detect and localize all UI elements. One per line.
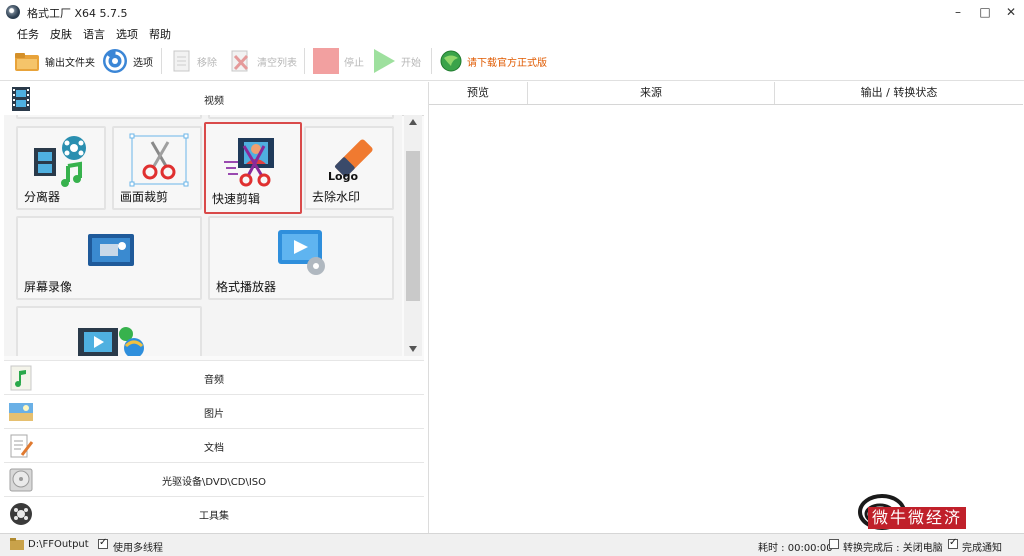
category-image[interactable]: 图片 (4, 394, 424, 429)
scroll-up-icon[interactable] (409, 119, 417, 125)
title-bar: 格式工厂 X64 5.7.5 – □ ✕ (0, 0, 1024, 24)
notify-checkbox[interactable] (948, 537, 958, 549)
multithread-label: 使用多线程 (113, 543, 163, 554)
tool-crop-label: 画面裁剪 (120, 190, 169, 204)
tool-splitter[interactable]: 分离器 (16, 126, 106, 210)
stop-icon (313, 48, 339, 74)
task-list-panel: 预览 来源 输出 / 转换状态 (428, 82, 1023, 533)
tools-scrollbar[interactable] (404, 115, 422, 356)
multithread-checkbox[interactable] (98, 537, 108, 549)
column-source[interactable]: 来源 (528, 82, 775, 104)
quick-clip-icon (224, 138, 274, 187)
output-path[interactable]: D:\FFOutput (28, 539, 89, 550)
convert-video-icon (78, 327, 144, 356)
tool-screen-record-label: 屏幕录像 (24, 280, 73, 294)
notify-label: 完成通知 (962, 543, 1002, 554)
tool-tile-partial[interactable] (16, 115, 202, 119)
tool-remove-watermark[interactable]: Logo 去除水印 (304, 126, 394, 210)
download-globe-icon (440, 50, 462, 72)
scroll-down-icon[interactable] (409, 346, 417, 352)
menu-options[interactable]: 选项 (116, 26, 138, 42)
tool-screen-record[interactable]: 屏幕录像 (16, 216, 202, 300)
column-output-status[interactable]: 输出 / 转换状态 (775, 82, 1023, 104)
download-official-button[interactable]: 请下载官方正式版 (440, 49, 547, 73)
player-icon (278, 230, 325, 275)
download-official-label: 请下载官方正式版 (467, 57, 547, 69)
category-audio-label: 音频 (204, 375, 224, 386)
app-icon (6, 5, 20, 19)
shutdown-label: 转换完成后 : 关闭电脑 (843, 543, 943, 554)
tool-quick-clip-label: 快速剪辑 (212, 192, 261, 206)
category-document[interactable]: 文档 (4, 428, 424, 463)
clear-list-label: 清空列表 (257, 57, 297, 69)
maximize-button[interactable]: □ (971, 3, 999, 21)
crop-scissors-icon (129, 133, 189, 187)
toolbar-separator (161, 48, 162, 74)
toolbar-separator (431, 48, 432, 74)
folder-small-icon (10, 538, 24, 550)
screen-record-icon (88, 234, 134, 266)
category-image-label: 图片 (204, 409, 224, 420)
options-gear-icon (103, 49, 127, 73)
scroll-thumb[interactable] (406, 151, 420, 301)
column-preview[interactable]: 预览 (429, 82, 528, 104)
toolbar-separator (304, 48, 305, 74)
task-table-header: 预览 来源 输出 / 转换状态 (429, 82, 1023, 105)
tool-remove-watermark-label: 去除水印 (312, 190, 361, 204)
category-video-label: 视频 (204, 96, 224, 107)
stop-label: 停止 (344, 57, 364, 69)
watermark-logo: 微牛微经济 (856, 488, 1024, 534)
menu-language[interactable]: 语言 (83, 26, 105, 42)
toolbar: 输出文件夹 选项 移除 清空列表 停止 开始 请下载官方正式版 (0, 42, 1024, 81)
splitter-icon (34, 136, 86, 187)
tool-tile-partial[interactable] (208, 115, 394, 119)
start-label: 开始 (401, 57, 421, 69)
clear-list-icon (231, 50, 249, 72)
output-folder-label: 输出文件夹 (45, 57, 95, 69)
menu-task[interactable]: 任务 (17, 26, 39, 42)
close-button[interactable]: ✕ (997, 3, 1024, 21)
options-button[interactable]: 选项 (102, 49, 153, 73)
tool-tile-convert[interactable] (16, 306, 202, 356)
tool-crop[interactable]: 画面裁剪 (112, 126, 202, 210)
tool-player-label: 格式播放器 (216, 280, 277, 294)
menu-help[interactable]: 帮助 (149, 26, 171, 42)
remove-label: 移除 (197, 57, 217, 69)
menu-skin[interactable]: 皮肤 (50, 26, 72, 42)
video-tools-grid: 分离器 画面裁剪 快速剪辑 Logo 去除水印 屏幕录像 格式播放器 (4, 115, 402, 356)
clear-list-button[interactable]: 清空列表 (230, 49, 297, 73)
category-utilities-label: 工具集 (199, 511, 229, 522)
category-document-label: 文档 (204, 443, 224, 454)
category-utilities[interactable]: 工具集 (4, 496, 424, 535)
tool-quick-clip[interactable]: 快速剪辑 (204, 122, 302, 214)
status-bar: D:\FFOutput 使用多线程 耗时 : 00:00:00 转换完成后 : … (0, 533, 1024, 556)
tool-splitter-label: 分离器 (24, 190, 61, 204)
remove-document-icon (173, 50, 190, 72)
window-title: 格式工厂 X64 5.7.5 (27, 7, 128, 20)
output-folder-button[interactable]: 输出文件夹 (14, 49, 95, 73)
elapsed-time: 耗时 : 00:00:00 (758, 543, 833, 554)
minimize-button[interactable]: – (944, 3, 972, 21)
category-panel: 视频 分离器 画面裁剪 快速剪辑 Logo 去除水印 屏幕录像 格式播放器 音频… (4, 82, 424, 535)
menu-bar: 任务 皮肤 语言 选项 帮助 (0, 24, 1024, 42)
watermark-text: 微牛微经济 (868, 507, 967, 529)
category-disc-label: 光驱设备\DVD\CD\ISO (161, 477, 267, 488)
category-audio[interactable]: 音频 (4, 360, 424, 395)
tool-player[interactable]: 格式播放器 (208, 216, 394, 300)
stop-button[interactable]: 停止 (313, 48, 364, 74)
shutdown-checkbox[interactable] (829, 539, 839, 549)
options-label: 选项 (133, 57, 153, 69)
start-button[interactable]: 开始 (372, 49, 421, 73)
logo-text: Logo (328, 170, 358, 183)
play-icon (374, 49, 395, 73)
category-video[interactable]: 视频 (4, 82, 424, 116)
remove-button[interactable]: 移除 (172, 49, 217, 73)
category-disc[interactable]: 光驱设备\DVD\CD\ISO (4, 462, 424, 497)
folder-icon (15, 53, 39, 71)
